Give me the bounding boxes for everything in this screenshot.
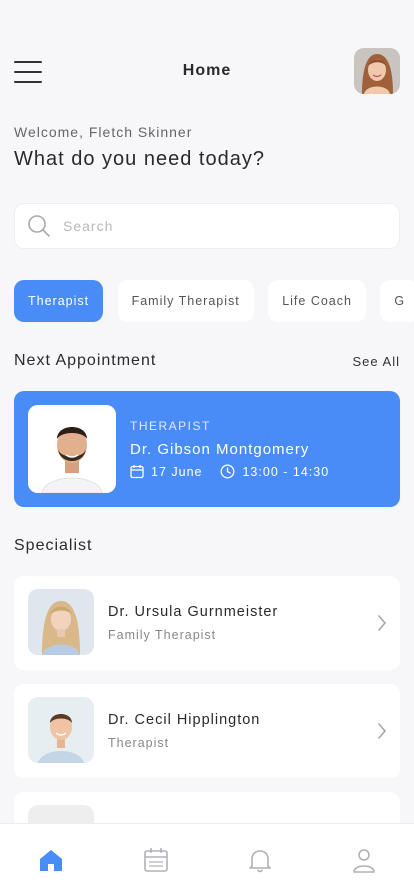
chip-therapist[interactable]: Therapist [14, 280, 104, 322]
home-icon[interactable] [37, 846, 65, 874]
search-bar[interactable] [14, 203, 400, 249]
clock-icon [221, 464, 235, 479]
specialist-photo [28, 697, 94, 763]
see-all-link[interactable]: See All [353, 354, 400, 369]
specialist-name: Dr. Cecil Hipplington [108, 712, 261, 728]
calendar-icon [130, 465, 144, 479]
specialist-name: Dr. Ursula Gurnmeister [108, 604, 279, 620]
user-avatar[interactable] [354, 48, 400, 94]
search-icon [28, 215, 50, 237]
top-bar: Home [0, 44, 414, 100]
specialist-card[interactable]: Dr. Cecil Hipplington Therapist [14, 684, 400, 778]
search-input[interactable] [63, 218, 363, 234]
doctor-photo [28, 405, 116, 493]
chip-life-coach[interactable]: Life Coach [268, 280, 366, 322]
appointment-time: 13:00 - 14:30 [242, 464, 330, 479]
chevron-right-icon [378, 723, 387, 739]
chevron-right-icon [378, 615, 387, 631]
appointment-card[interactable]: THERAPIST Dr. Gibson Montgomery 17 June … [14, 391, 400, 507]
profile-icon[interactable] [350, 846, 378, 874]
category-chips: Therapist Family Therapist Life Coach G [14, 280, 414, 322]
appointment-doctor-name: Dr. Gibson Montgomery [130, 441, 310, 458]
chip-more[interactable]: G [380, 280, 414, 322]
appointment-role: THERAPIST [130, 419, 211, 433]
appointment-meta: 17 June 13:00 - 14:30 [130, 464, 329, 479]
specialist-card[interactable]: Dr. Ursula Gurnmeister Family Therapist [14, 576, 400, 670]
next-appointment-title: Next Appointment [14, 352, 157, 369]
bottom-tab-bar [0, 823, 414, 896]
calendar-icon[interactable] [142, 846, 170, 874]
specialist-photo [28, 589, 94, 655]
bell-icon[interactable] [246, 846, 274, 874]
specialist-role: Therapist [108, 736, 170, 750]
specialist-title: Specialist [14, 537, 93, 554]
page-title: Home [182, 62, 232, 79]
specialist-role: Family Therapist [108, 628, 217, 642]
chip-family-therapist[interactable]: Family Therapist [117, 280, 254, 322]
welcome-text: Welcome, Fletch Skinner [14, 124, 193, 140]
appointment-date: 17 June [151, 464, 203, 479]
headline: What do you need today? [14, 148, 265, 170]
